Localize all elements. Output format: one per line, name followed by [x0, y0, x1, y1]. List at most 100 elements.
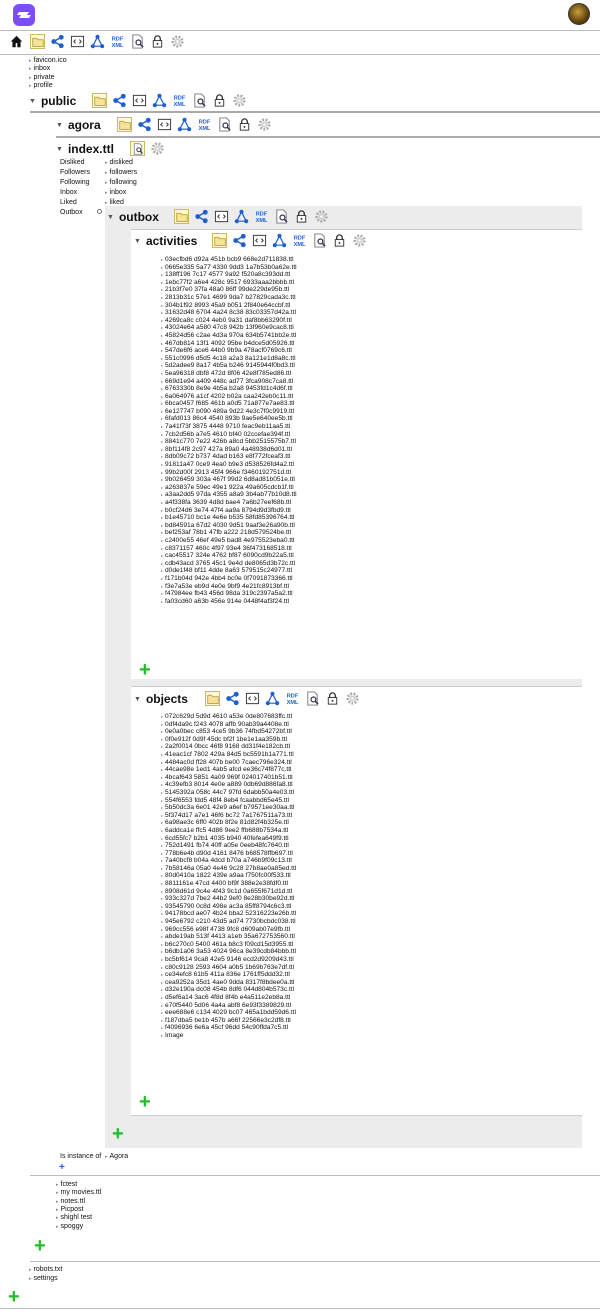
source-code-icon[interactable]	[157, 117, 172, 132]
object-file-item[interactable]: ▸ 4bcaf643 5851 4a09 969f 024017401b51.tt…	[161, 774, 296, 782]
expand-triangle-icon[interactable]: ▸	[161, 470, 163, 475]
add-root-item-button[interactable]: +	[8, 1287, 20, 1307]
activity-file-item[interactable]: ▸ cac45517 324e 4762 bf87 6090cd9b22a5.tt…	[161, 552, 297, 560]
expand-triangle-icon[interactable]: ▸	[161, 341, 163, 346]
list-item[interactable]: ▸ robots.txt	[29, 1266, 62, 1274]
lock-icon[interactable]	[150, 34, 165, 49]
expand-triangle-icon[interactable]: ▸	[161, 1010, 163, 1015]
object-file-item[interactable]: ▸ 072c629d 5d9d 4610 a53e 0de807683ffc.tt…	[161, 713, 296, 721]
activity-file-item[interactable]: ▸ b0cf24d6 3e74 47f4 aa9a 8794d9d3fbd9.tt…	[161, 507, 297, 515]
graph-icon[interactable]	[265, 691, 280, 706]
list-item[interactable]: ▸ settings	[29, 1275, 58, 1283]
activity-file-item[interactable]: ▸ 45824d56 c2ae 4d3a 970a 634b5741bb2e.tt…	[161, 332, 297, 340]
activity-file-item[interactable]: ▸ bef253af 78b1 47fb a222 218d579524be.tt…	[161, 529, 297, 537]
activity-file-item[interactable]: ▸ f3e7a53e eb9d 4e0e 9bf9 4e21fc8913bf.tt…	[161, 583, 297, 591]
folder-icon[interactable]	[205, 691, 220, 706]
add-type-icon[interactable]: +	[59, 1163, 65, 1173]
expand-triangle-icon[interactable]: ▸	[161, 553, 163, 558]
property-value-link[interactable]: ▸ disliked	[105, 159, 133, 167]
activity-file-item[interactable]: ▸ 547de6f6 ace6 44b0 9b9a 478acf0769c6.tt…	[161, 347, 297, 355]
gear-icon[interactable]	[257, 117, 272, 132]
expand-triangle-icon[interactable]: ▸	[161, 866, 163, 871]
object-file-item[interactable]: ▸ e70f5440 5d06 4a4a abf8 6e93f3389829.tt…	[161, 1002, 296, 1010]
object-file-item[interactable]: ▸ 933c327d 7be2 44b2 9ef0 8e28b30be92d.tt…	[161, 895, 296, 903]
activity-file-item[interactable]: ▸ 99b2d00f 2913 45f4 966e f3460192751d.tt…	[161, 469, 297, 477]
source-code-icon[interactable]	[214, 209, 229, 224]
expand-triangle-icon[interactable]: ▸	[161, 737, 163, 742]
avatar[interactable]	[568, 3, 590, 25]
object-file-item[interactable]: ▸ ce34efc8 61b5 411a 836e 1761ff5ddd32.tt…	[161, 971, 296, 979]
object-file-item[interactable]: ▸ d5ef6a14 3ac6 4f8d 8f4b e4a511e2eb8a.tt…	[161, 994, 296, 1002]
activity-file-item[interactable]: ▸ 91811a47 0ce9 4ea0 b9e3 d538526fd4a2.tt…	[161, 461, 297, 469]
activity-file-item[interactable]: ▸ fa03cd60 a63b 456e 914e 0448f4af3f24.tt…	[161, 598, 297, 606]
object-file-item[interactable]: ▸ 8908d61d 9c4e 4f43 9c1d 0a655f671d1d.tt…	[161, 888, 296, 896]
public-file-item[interactable]: ▸ fctest	[56, 1181, 77, 1189]
expand-triangle-icon[interactable]: ▸	[161, 1025, 163, 1030]
file-title-index-ttl[interactable]: ▼ index.ttl	[56, 142, 114, 156]
activity-file-item[interactable]: ▸ 304b1f92 8993 45a9 b051 2f840e64ccbf.tt…	[161, 302, 297, 310]
expand-triangle-icon[interactable]: ▸	[161, 386, 163, 391]
object-file-item[interactable]: ▸ 6addca1e ffc5 4d86 9ee2 ffb688b7534a.tt…	[161, 827, 296, 835]
expand-triangle-icon[interactable]: ▸	[56, 1199, 59, 1205]
public-file-item[interactable]: ▸ my movies.ttl	[56, 1189, 101, 1197]
activity-file-item[interactable]: ▸ 4269ca8c c024 4eb0 9a31 daf8bb63290f.tt…	[161, 317, 297, 325]
expand-triangle-icon[interactable]: ▸	[161, 729, 163, 734]
object-file-item[interactable]: ▸ 6cd55fc7 b2b1 4035 b940 40fefea649f9.tt…	[161, 835, 296, 843]
expand-triangle-icon[interactable]: ▸	[161, 987, 163, 992]
expand-triangle-icon[interactable]: ▸	[161, 843, 163, 848]
activity-file-item[interactable]: ▸ 8841c770 7e22 426b a8cd 5bb2515575b7.tt…	[161, 438, 297, 446]
document-search-icon[interactable]	[274, 209, 289, 224]
expand-triangle-icon[interactable]: ▸	[161, 295, 163, 300]
list-item[interactable]: ▸ inbox	[29, 65, 50, 73]
object-file-item[interactable]: ▸ c80c9128 2593 4604 a0b5 1b69b763e7df.tt…	[161, 964, 296, 972]
expand-triangle-icon[interactable]: ▸	[161, 363, 163, 368]
expand-triangle-icon[interactable]: ▸	[161, 1018, 163, 1023]
expand-triangle-icon[interactable]: ▸	[161, 851, 163, 856]
expand-triangle-icon[interactable]: ▸	[161, 325, 163, 330]
expand-triangle-icon[interactable]: ▸	[161, 1033, 163, 1038]
expand-triangle-icon[interactable]: ▸	[56, 1224, 59, 1230]
expand-triangle-icon[interactable]: ▸	[161, 775, 163, 780]
add-activity-button[interactable]: +	[139, 660, 151, 680]
object-file-item[interactable]: ▸ abde19ab 513f 4413 a1eb 35a672753560.tt…	[161, 933, 296, 941]
expand-triangle-icon[interactable]: ▸	[161, 873, 163, 878]
expand-triangle-icon[interactable]: ▸	[161, 813, 163, 818]
expand-triangle-icon[interactable]: ▸	[161, 257, 163, 262]
expand-triangle-icon[interactable]: ▸	[161, 439, 163, 444]
expand-triangle-icon[interactable]: ▸	[105, 180, 108, 186]
object-file-item[interactable]: ▸ 41eac1cf 7802 429a 84d5 bc5591b1a771.tt…	[161, 751, 296, 759]
expand-triangle-icon[interactable]: ▸	[161, 287, 163, 292]
document-search-icon[interactable]	[217, 117, 232, 132]
home-icon[interactable]	[10, 35, 23, 48]
outbox-radio[interactable]	[97, 209, 102, 214]
object-file-item[interactable]: ▸ 94178bcd ae07 4b24 bba2 52316223e26b.tt…	[161, 910, 296, 918]
expand-triangle-icon[interactable]: ▸	[161, 492, 163, 497]
expand-triangle-icon[interactable]: ▸	[161, 371, 163, 376]
lock-icon[interactable]	[237, 117, 252, 132]
activity-file-item[interactable]: ▸ 7cb2d56b a7e5 4610 bf40 02ccefae394f.tt…	[161, 431, 297, 439]
activity-file-item[interactable]: ▸ b1e45710 bc1e 4e6e b535 58fd85396764.tt…	[161, 514, 297, 522]
object-file-item[interactable]: ▸ 2a2f0014 0bcc 46f8 9168 dd31f4e182cb.tt…	[161, 743, 296, 751]
graph-icon[interactable]	[152, 93, 167, 108]
object-file-item[interactable]: ▸ 5f374d17 a7e1 46f6 bc72 7a1767511a73.tt…	[161, 812, 296, 820]
folder-title-agora[interactable]: ▼ agora	[56, 118, 101, 132]
expand-triangle-icon[interactable]: ▸	[161, 896, 163, 901]
activity-file-item[interactable]: ▸ 0665e335 5a77 4330 9dd3 1a7b53b0a62e.tt…	[161, 264, 297, 272]
expand-triangle-icon[interactable]: ▸	[161, 272, 163, 277]
activity-file-item[interactable]: ▸ 669d1e94 a409 448c ad77 3fca908c7ca8.tt…	[161, 378, 297, 386]
expand-triangle-icon[interactable]: ▸	[161, 379, 163, 384]
object-file-item[interactable]: ▸ 0f0e912f 0d9f 45dc bf2f 1be1e1aa359b.tt…	[161, 736, 296, 744]
expand-triangle-icon[interactable]: ▸	[161, 980, 163, 985]
activity-file-item[interactable]: ▸ 6bca0457 f685 461b a0d5 71a877e7ae83.tt…	[161, 400, 297, 408]
object-file-item[interactable]: ▸ 752d1491 fb74 40ff a05e 0eeb48fc7640.tt…	[161, 842, 296, 850]
document-search-icon[interactable]	[192, 93, 207, 108]
share-icon[interactable]	[137, 117, 152, 132]
rdf-xml-icon[interactable]	[254, 209, 269, 224]
object-file-item[interactable]: ▸ 44cae98e 1ed1 4ab5 afcd ee36c74f877c.tt…	[161, 766, 296, 774]
activity-file-item[interactable]: ▸ 138ff196 7c17 4577 9a92 f520a8c393dd.tt…	[161, 271, 297, 279]
property-value-link[interactable]: ▸ following	[105, 179, 137, 187]
expand-triangle-icon[interactable]: ▸	[161, 995, 163, 1000]
expand-triangle-icon[interactable]: ▸	[161, 416, 163, 421]
document-search-icon[interactable]	[305, 691, 320, 706]
expand-triangle-icon[interactable]: ▸	[56, 1215, 59, 1221]
